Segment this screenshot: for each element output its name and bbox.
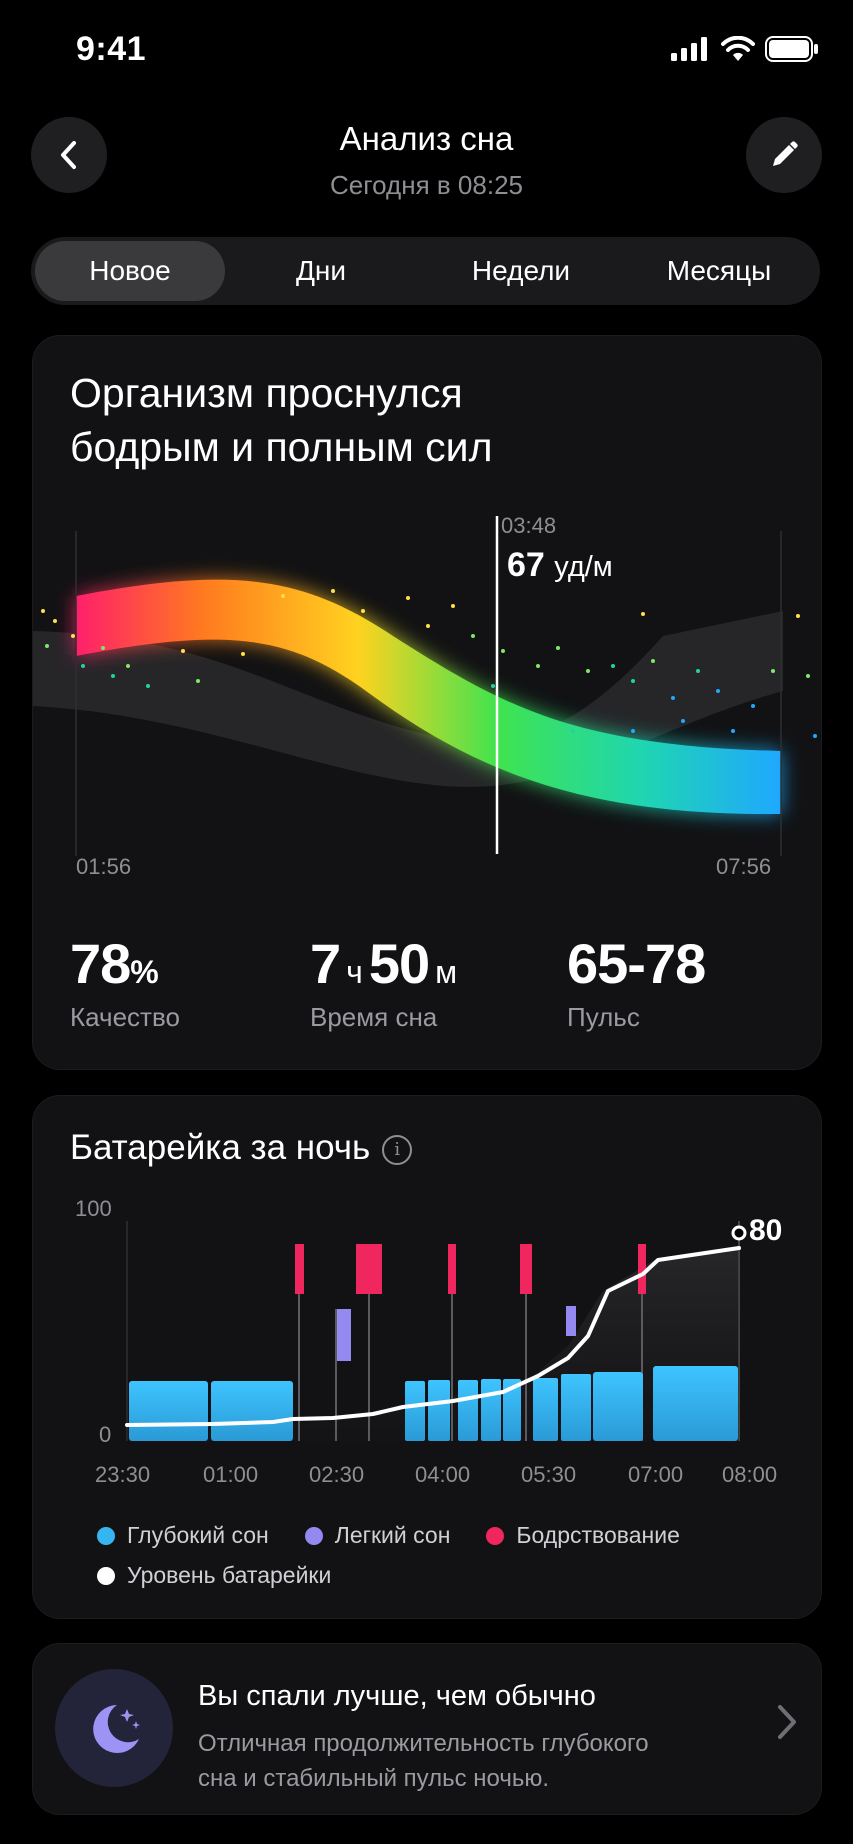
x-label-0100: 01:00 [203, 1462, 259, 1487]
status-time: 9:41 [76, 30, 147, 68]
period-tabs: Новое Дни Недели Месяцы [31, 237, 820, 305]
pencil-icon [773, 141, 798, 166]
tab-weeks[interactable]: Недели [421, 237, 621, 305]
chevron-right-icon [778, 1705, 796, 1739]
light-sleep-bars [336, 1306, 576, 1361]
x-label-0700: 07:00 [628, 1462, 684, 1487]
x-label-0230: 02:30 [309, 1462, 365, 1487]
pulse-label: Пульс [567, 1002, 640, 1032]
insight-text-line-2: сна и стабильный пульс ночью. [198, 1765, 550, 1792]
tab-months[interactable]: Месяцы [623, 237, 815, 305]
tab-days[interactable]: Дни [231, 237, 411, 305]
page-subtitle: Сегодня в 08:25 [330, 170, 523, 200]
x-label-2330: 23:30 [95, 1462, 151, 1487]
legend-light-sleep: Легкий сон [304, 1522, 450, 1549]
insight-text-line-1: Отличная продолжительность глубокого [198, 1730, 649, 1757]
legend-row-1: Глубокий сон Легкий сон Бодрствование [97, 1522, 680, 1549]
legend-deep-sleep: Глубокий сон [97, 1522, 269, 1549]
moon-badge [55, 1669, 173, 1787]
battery-icon [765, 36, 818, 62]
sleep-time-label: Время сна [310, 1002, 438, 1032]
status-icons [671, 36, 819, 62]
sleep-hours-unit: ч [346, 954, 363, 990]
battery-end-marker [731, 1225, 747, 1241]
pulse-value: 65-78 [567, 932, 706, 995]
signal-icon [671, 37, 707, 61]
cursor-time: 03:48 [501, 513, 557, 538]
legend-awake: Бодрствование [486, 1522, 680, 1549]
edit-button[interactable] [746, 117, 822, 193]
stat-quality: 78% Качество [70, 931, 180, 1033]
x-label-0530: 05:30 [521, 1462, 577, 1487]
sleep-hours: 7 [310, 932, 341, 995]
cursor-unit: уд/м [554, 551, 613, 583]
insight-card[interactable]: Вы спали лучше, чем обычно Отличная прод… [32, 1643, 822, 1815]
chart-start-time: 01:56 [76, 854, 132, 879]
quality-label: Качество [70, 1002, 180, 1032]
insight-text: Отличная продолжительность глубокого сна… [198, 1726, 718, 1796]
awake-bars [295, 1244, 646, 1294]
stat-sleep-time: 7 ч 50 м Время сна [310, 931, 457, 1033]
sleep-summary-card: Организм проснулся бодрым и полным сил 0… [32, 335, 822, 1070]
legend-row-2: Уровень батарейки [97, 1562, 331, 1589]
x-label-0400: 04:00 [415, 1462, 471, 1487]
quality-unit: % [130, 954, 159, 990]
cursor-readout: 67 уд/м [507, 546, 613, 585]
tab-new[interactable]: Новое [35, 241, 225, 301]
battery-end-value: 80 [749, 1214, 783, 1247]
insight-title: Вы спали лучше, чем обычно [198, 1680, 596, 1712]
sleep-minutes-unit: м [435, 954, 458, 990]
battery-card: Батарейка за ночь i 100 0 80 23:30 01:00… [32, 1095, 822, 1619]
page-title: Анализ сна [339, 120, 514, 157]
moon-stars-icon [93, 1705, 140, 1753]
wifi-icon [721, 36, 755, 61]
sleep-minutes: 50 [368, 932, 430, 995]
cursor-value: 67 [507, 546, 545, 584]
quality-value: 78 [70, 932, 131, 995]
legend-battery-level: Уровень батарейки [97, 1562, 331, 1589]
chart-end-time: 07:56 [716, 854, 772, 879]
x-label-0800: 08:00 [722, 1462, 778, 1487]
stat-pulse: 65-78 Пульс [567, 931, 706, 1033]
